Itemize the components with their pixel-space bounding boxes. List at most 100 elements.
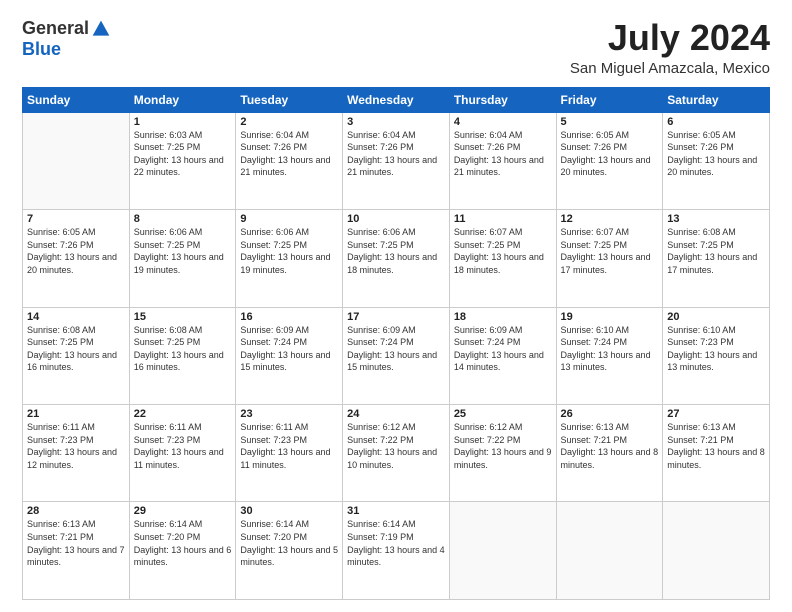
table-row: 27 Sunrise: 6:13 AMSunset: 7:21 PMDaylig…	[663, 405, 770, 502]
calendar-table: Sunday Monday Tuesday Wednesday Thursday…	[22, 87, 770, 600]
day-number: 9	[240, 213, 338, 225]
header-wednesday: Wednesday	[343, 87, 450, 112]
logo-icon	[91, 19, 111, 39]
table-row: 25 Sunrise: 6:12 AMSunset: 7:22 PMDaylig…	[449, 405, 556, 502]
logo: General Blue	[22, 18, 111, 60]
location: San Miguel Amazcala, Mexico	[570, 60, 770, 77]
day-number: 24	[347, 408, 445, 420]
day-info: Sunrise: 6:05 AMSunset: 7:26 PMDaylight:…	[561, 130, 651, 178]
day-number: 1	[134, 116, 232, 128]
table-row: 19 Sunrise: 6:10 AMSunset: 7:24 PMDaylig…	[556, 307, 663, 404]
day-info: Sunrise: 6:14 AMSunset: 7:19 PMDaylight:…	[347, 519, 445, 567]
day-number: 21	[27, 408, 125, 420]
table-row: 15 Sunrise: 6:08 AMSunset: 7:25 PMDaylig…	[129, 307, 236, 404]
table-row: 14 Sunrise: 6:08 AMSunset: 7:25 PMDaylig…	[23, 307, 130, 404]
day-info: Sunrise: 6:10 AMSunset: 7:24 PMDaylight:…	[561, 325, 651, 373]
day-number: 8	[134, 213, 232, 225]
table-row: 1 Sunrise: 6:03 AMSunset: 7:25 PMDayligh…	[129, 112, 236, 209]
header: General Blue July 2024 San Miguel Amazca…	[22, 18, 770, 77]
day-number: 4	[454, 116, 552, 128]
day-info: Sunrise: 6:09 AMSunset: 7:24 PMDaylight:…	[347, 325, 437, 373]
table-row: 3 Sunrise: 6:04 AMSunset: 7:26 PMDayligh…	[343, 112, 450, 209]
day-number: 18	[454, 311, 552, 323]
day-info: Sunrise: 6:08 AMSunset: 7:25 PMDaylight:…	[134, 325, 224, 373]
table-row: 13 Sunrise: 6:08 AMSunset: 7:25 PMDaylig…	[663, 210, 770, 307]
table-row: 20 Sunrise: 6:10 AMSunset: 7:23 PMDaylig…	[663, 307, 770, 404]
table-row: 9 Sunrise: 6:06 AMSunset: 7:25 PMDayligh…	[236, 210, 343, 307]
day-number: 11	[454, 213, 552, 225]
day-info: Sunrise: 6:04 AMSunset: 7:26 PMDaylight:…	[454, 130, 544, 178]
calendar-week-row: 1 Sunrise: 6:03 AMSunset: 7:25 PMDayligh…	[23, 112, 770, 209]
table-row: 16 Sunrise: 6:09 AMSunset: 7:24 PMDaylig…	[236, 307, 343, 404]
day-number: 10	[347, 213, 445, 225]
day-number: 17	[347, 311, 445, 323]
day-number: 14	[27, 311, 125, 323]
day-number: 25	[454, 408, 552, 420]
day-number: 19	[561, 311, 659, 323]
day-number: 23	[240, 408, 338, 420]
day-number: 28	[27, 505, 125, 517]
day-info: Sunrise: 6:09 AMSunset: 7:24 PMDaylight:…	[454, 325, 544, 373]
day-info: Sunrise: 6:11 AMSunset: 7:23 PMDaylight:…	[134, 422, 224, 470]
logo-blue-text: Blue	[22, 39, 61, 60]
header-saturday: Saturday	[663, 87, 770, 112]
calendar-week-row: 28 Sunrise: 6:13 AMSunset: 7:21 PMDaylig…	[23, 502, 770, 600]
day-info: Sunrise: 6:03 AMSunset: 7:25 PMDaylight:…	[134, 130, 224, 178]
table-row	[449, 502, 556, 600]
day-info: Sunrise: 6:06 AMSunset: 7:25 PMDaylight:…	[240, 227, 330, 275]
day-number: 29	[134, 505, 232, 517]
table-row: 29 Sunrise: 6:14 AMSunset: 7:20 PMDaylig…	[129, 502, 236, 600]
day-info: Sunrise: 6:13 AMSunset: 7:21 PMDaylight:…	[667, 422, 765, 470]
calendar-week-row: 7 Sunrise: 6:05 AMSunset: 7:26 PMDayligh…	[23, 210, 770, 307]
table-row: 24 Sunrise: 6:12 AMSunset: 7:22 PMDaylig…	[343, 405, 450, 502]
day-number: 13	[667, 213, 765, 225]
table-row	[23, 112, 130, 209]
day-info: Sunrise: 6:12 AMSunset: 7:22 PMDaylight:…	[347, 422, 437, 470]
day-number: 26	[561, 408, 659, 420]
day-info: Sunrise: 6:11 AMSunset: 7:23 PMDaylight:…	[27, 422, 117, 470]
table-row: 7 Sunrise: 6:05 AMSunset: 7:26 PMDayligh…	[23, 210, 130, 307]
day-number: 31	[347, 505, 445, 517]
table-row: 8 Sunrise: 6:06 AMSunset: 7:25 PMDayligh…	[129, 210, 236, 307]
day-number: 7	[27, 213, 125, 225]
title-block: July 2024 San Miguel Amazcala, Mexico	[570, 18, 770, 77]
table-row: 22 Sunrise: 6:11 AMSunset: 7:23 PMDaylig…	[129, 405, 236, 502]
day-info: Sunrise: 6:14 AMSunset: 7:20 PMDaylight:…	[134, 519, 232, 567]
day-info: Sunrise: 6:04 AMSunset: 7:26 PMDaylight:…	[347, 130, 437, 178]
calendar-week-row: 14 Sunrise: 6:08 AMSunset: 7:25 PMDaylig…	[23, 307, 770, 404]
table-row: 4 Sunrise: 6:04 AMSunset: 7:26 PMDayligh…	[449, 112, 556, 209]
table-row: 6 Sunrise: 6:05 AMSunset: 7:26 PMDayligh…	[663, 112, 770, 209]
weekday-header-row: Sunday Monday Tuesday Wednesday Thursday…	[23, 87, 770, 112]
table-row: 5 Sunrise: 6:05 AMSunset: 7:26 PMDayligh…	[556, 112, 663, 209]
day-info: Sunrise: 6:04 AMSunset: 7:26 PMDaylight:…	[240, 130, 330, 178]
table-row: 23 Sunrise: 6:11 AMSunset: 7:23 PMDaylig…	[236, 405, 343, 502]
day-info: Sunrise: 6:07 AMSunset: 7:25 PMDaylight:…	[454, 227, 544, 275]
table-row	[556, 502, 663, 600]
day-number: 12	[561, 213, 659, 225]
table-row: 31 Sunrise: 6:14 AMSunset: 7:19 PMDaylig…	[343, 502, 450, 600]
table-row: 21 Sunrise: 6:11 AMSunset: 7:23 PMDaylig…	[23, 405, 130, 502]
day-number: 22	[134, 408, 232, 420]
day-info: Sunrise: 6:05 AMSunset: 7:26 PMDaylight:…	[667, 130, 757, 178]
table-row: 26 Sunrise: 6:13 AMSunset: 7:21 PMDaylig…	[556, 405, 663, 502]
table-row: 30 Sunrise: 6:14 AMSunset: 7:20 PMDaylig…	[236, 502, 343, 600]
day-info: Sunrise: 6:08 AMSunset: 7:25 PMDaylight:…	[667, 227, 757, 275]
header-friday: Friday	[556, 87, 663, 112]
day-number: 27	[667, 408, 765, 420]
day-number: 20	[667, 311, 765, 323]
logo-general-text: General	[22, 18, 89, 39]
day-info: Sunrise: 6:14 AMSunset: 7:20 PMDaylight:…	[240, 519, 338, 567]
day-info: Sunrise: 6:06 AMSunset: 7:25 PMDaylight:…	[134, 227, 224, 275]
header-thursday: Thursday	[449, 87, 556, 112]
day-info: Sunrise: 6:12 AMSunset: 7:22 PMDaylight:…	[454, 422, 552, 470]
day-number: 30	[240, 505, 338, 517]
day-number: 2	[240, 116, 338, 128]
day-info: Sunrise: 6:09 AMSunset: 7:24 PMDaylight:…	[240, 325, 330, 373]
day-info: Sunrise: 6:05 AMSunset: 7:26 PMDaylight:…	[27, 227, 117, 275]
day-info: Sunrise: 6:08 AMSunset: 7:25 PMDaylight:…	[27, 325, 117, 373]
calendar-week-row: 21 Sunrise: 6:11 AMSunset: 7:23 PMDaylig…	[23, 405, 770, 502]
table-row: 17 Sunrise: 6:09 AMSunset: 7:24 PMDaylig…	[343, 307, 450, 404]
day-info: Sunrise: 6:13 AMSunset: 7:21 PMDaylight:…	[561, 422, 659, 470]
day-info: Sunrise: 6:06 AMSunset: 7:25 PMDaylight:…	[347, 227, 437, 275]
day-info: Sunrise: 6:07 AMSunset: 7:25 PMDaylight:…	[561, 227, 651, 275]
